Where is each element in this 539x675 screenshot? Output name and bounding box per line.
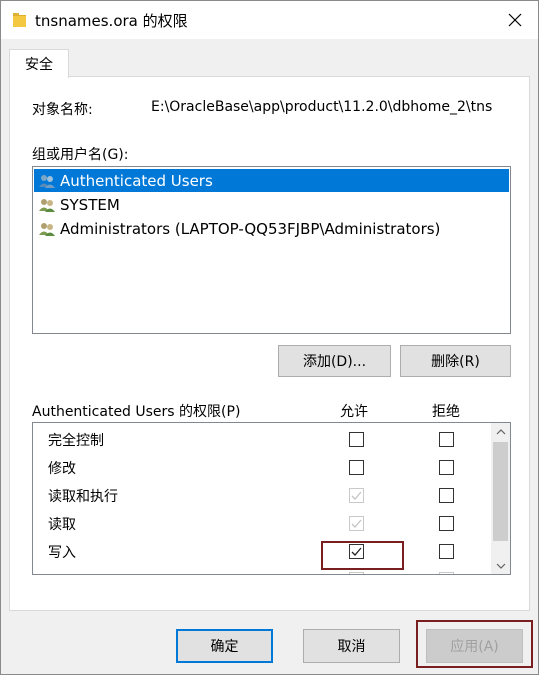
allow-checkbox-read <box>349 516 364 531</box>
title-bar: tnsnames.ora 的权限 <box>1 1 538 39</box>
add-button[interactable]: 添加(D)... <box>278 345 391 377</box>
tab-strip: 安全 <box>1 39 538 78</box>
user-name: SYSTEM <box>60 195 120 214</box>
deny-checkbox-full-control[interactable] <box>439 432 454 447</box>
table-row: 读取和执行 <box>33 481 488 509</box>
permissions-dialog: tnsnames.ora 的权限 安全 对象名称: E:\OracleBase\… <box>0 0 539 675</box>
close-button[interactable] <box>492 1 538 39</box>
user-group-icon <box>39 198 55 212</box>
remove-button[interactable]: 删除(R) <box>400 345 511 377</box>
allow-checkbox-partial <box>349 572 364 574</box>
list-item[interactable]: Authenticated Users <box>34 169 509 192</box>
allow-column-header: 允许 <box>340 404 368 420</box>
check-icon <box>351 519 362 528</box>
scroll-down-button[interactable] <box>491 557 510 574</box>
deny-checkbox-write[interactable] <box>439 544 454 559</box>
ok-button[interactable]: 确定 <box>176 629 273 663</box>
permissions-list[interactable]: 完全控制 修改 读取和执行 读取 写入 <box>32 422 511 575</box>
permission-name: 修改 <box>48 461 76 477</box>
deny-checkbox-modify[interactable] <box>439 460 454 475</box>
object-name-value: E:\OracleBase\app\product\11.2.0\dbhome_… <box>151 99 493 115</box>
permission-name: 读取和执行 <box>48 489 118 505</box>
chevron-up-icon <box>496 428 505 434</box>
user-name: Administrators (LAPTOP-QQ53FJBP\Administ… <box>60 219 441 238</box>
user-group-icon <box>39 174 55 188</box>
table-row: 读取 <box>33 509 488 537</box>
deny-checkbox-read-execute[interactable] <box>439 488 454 503</box>
permissions-header: Authenticated Users 的权限(P) <box>32 404 241 420</box>
table-row: 写入 <box>33 537 488 565</box>
deny-column-header: 拒绝 <box>432 404 460 420</box>
scroll-thumb[interactable] <box>493 442 508 541</box>
table-row: 修改 <box>33 453 488 481</box>
allow-checkbox-full-control[interactable] <box>349 432 364 447</box>
security-panel: 对象名称: E:\OracleBase\app\product\11.2.0\d… <box>9 76 530 611</box>
list-item[interactable]: Administrators (LAPTOP-QQ53FJBP\Administ… <box>34 217 509 240</box>
apply-highlight <box>416 620 533 668</box>
allow-checkbox-read-execute <box>349 488 364 503</box>
cancel-button[interactable]: 取消 <box>303 629 400 663</box>
table-row: 完全控制 <box>33 425 488 453</box>
deny-checkbox-partial <box>439 572 454 574</box>
check-icon <box>351 491 362 500</box>
permission-name: 完全控制 <box>48 433 104 449</box>
permission-name: 读取 <box>48 517 76 533</box>
object-name-label: 对象名称: <box>32 102 93 118</box>
list-item[interactable]: SYSTEM <box>34 193 509 216</box>
permissions-scrollbar[interactable] <box>491 423 510 574</box>
user-group-icon <box>39 222 55 236</box>
permission-name: 写入 <box>48 545 76 561</box>
user-list[interactable]: Authenticated Users SYSTEM Administrator… <box>32 166 511 334</box>
user-name: Authenticated Users <box>60 171 213 190</box>
folder-icon <box>13 12 27 28</box>
window-title: tnsnames.ora 的权限 <box>35 12 188 30</box>
chevron-down-icon <box>496 563 505 569</box>
close-icon <box>508 13 522 27</box>
groups-label: 组或用户名(G): <box>32 147 129 163</box>
table-row <box>33 565 488 574</box>
allow-checkbox-modify[interactable] <box>349 460 364 475</box>
scroll-up-button[interactable] <box>491 423 510 440</box>
deny-checkbox-read[interactable] <box>439 516 454 531</box>
tab-security[interactable]: 安全 <box>9 49 69 78</box>
write-allow-highlight <box>321 541 404 570</box>
